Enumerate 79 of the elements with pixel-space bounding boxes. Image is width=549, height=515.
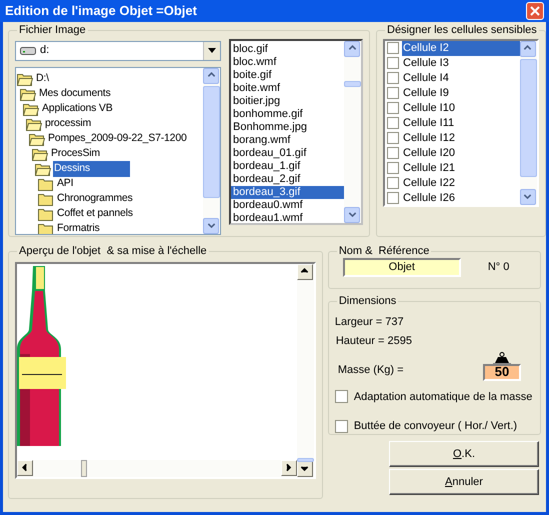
cancel-button[interactable]: Annuler [389,469,539,495]
close-button[interactable] [526,2,544,20]
reference-number: N° 0 [488,260,510,275]
close-icon [530,6,540,16]
file-item[interactable]: boite.wmf [231,82,344,94]
cell-item[interactable]: Cellule I9 [402,84,520,102]
cell-item[interactable]: Cellule I22 [402,174,520,192]
drive-icon [20,46,36,56]
checkbox[interactable] [387,42,399,54]
file-item[interactable]: bloc.gif [231,42,344,56]
file-item[interactable]: bordeau_2.gif [231,172,344,186]
file-item[interactable]: borang.wmf [231,134,344,146]
scroll-thumb[interactable] [520,58,537,176]
folder-item[interactable]: Formatris [56,221,101,234]
checkbox[interactable] [387,162,399,174]
checkbox[interactable] [334,420,348,433]
cell-item[interactable]: Cellule I4 [402,70,520,86]
folder-item[interactable]: Chronogrammes [56,191,134,207]
mass-label: Masse (Kg) = [338,363,405,378]
option-label: Adaptation automatique de la masse [354,390,532,404]
cell-item[interactable]: Cellule I2 [402,40,520,56]
file-item[interactable]: boitier.jpg [231,94,344,108]
folder-item[interactable]: processim [44,116,92,132]
checkbox[interactable] [387,102,399,114]
scroll-arrow-button[interactable] [203,218,219,234]
cell-item[interactable]: Cellule I21 [402,160,520,176]
scroll-thumb[interactable] [203,86,220,198]
file-item[interactable]: bonhomme.gif [231,108,344,120]
file-item[interactable]: bordeau_01.gif [231,146,344,160]
group-label: Désigner les cellules sensibles [385,22,539,38]
window-title: Edition de l'image Objet =Objet [5,2,197,20]
scroll-thumb[interactable] [344,80,361,86]
name-field[interactable]: Objet [342,258,461,276]
option-label: Buttée de convoyeur ( Hor./ Vert.) [354,419,518,434]
file-item[interactable]: bordeau_3.gif [231,186,344,198]
scroll-thumb[interactable] [81,460,87,476]
checkbox[interactable] [387,192,399,204]
checkbox[interactable] [387,177,399,189]
cell-item[interactable]: Cellule I12 [402,130,520,146]
cell-item[interactable]: Cellule I11 [402,114,520,132]
height-label: Hauteur = 2595 [336,334,413,349]
file-item[interactable]: bordeau1.wmf [231,212,344,222]
cell-item[interactable]: Cellule I3 [402,54,520,72]
checkbox[interactable] [387,57,399,69]
group-label: Aperçu de l'objet & sa mise à l'échelle [17,243,209,260]
checkbox[interactable] [387,147,399,159]
cell-item[interactable]: Cellule I20 [402,144,520,162]
group-label: Fichier Image [17,22,88,38]
folder-item[interactable]: Dessins [53,161,130,177]
checkbox[interactable] [387,87,399,99]
checkbox[interactable] [387,132,399,144]
mass-field[interactable]: 50 [483,364,521,380]
file-item[interactable]: boite.gif [231,68,344,82]
ok-button[interactable]: O.K. [389,441,539,467]
weight-icon [493,352,511,364]
folder-item[interactable]: Applications VB [41,101,114,117]
cell-item[interactable]: Cellule I10 [402,100,520,116]
file-item[interactable]: bloc.wmf [231,56,344,68]
file-item[interactable]: bordeau0.wmf [231,198,344,212]
drive-dropdown[interactable]: d: [15,40,221,60]
file-item[interactable]: bordeau_1.gif [231,160,344,172]
file-item[interactable]: Bonhomme.jpg [231,120,344,134]
checkbox[interactable] [387,72,399,84]
dropdown-button[interactable] [203,42,220,60]
checkbox[interactable] [387,117,399,129]
cell-item[interactable]: Cellule I26 [402,190,520,204]
scroll-arrow-button[interactable] [520,188,536,204]
folder-item[interactable]: Pompes_2009-09-22_S7-1200 [47,131,188,147]
folder-item[interactable]: API [56,176,74,192]
folder-item[interactable]: Mes documents [38,86,112,102]
folder-item[interactable]: D:\ [35,71,50,87]
folder-item[interactable]: ProcesSim [50,146,101,162]
scroll-arrow-button[interactable] [344,40,360,56]
scroll-arrow-button[interactable] [344,206,360,222]
checkbox[interactable] [334,390,348,404]
drive-value: d: [40,43,50,58]
caret-icon [208,48,216,53]
width-label: Largeur = 737 [334,314,405,330]
folder-item[interactable]: Coffet et pannels [56,206,134,222]
